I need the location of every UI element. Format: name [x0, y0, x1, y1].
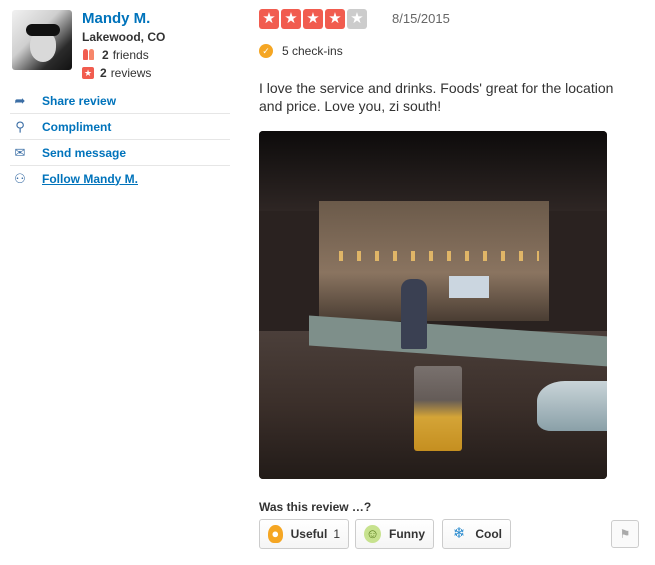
useful-button[interactable]: ● Useful 1 [259, 519, 349, 549]
reviews-star-icon: ★ [82, 67, 94, 79]
send-message-link[interactable]: ✉ Send message [10, 140, 230, 166]
share-arrow-icon: ➦ [14, 92, 26, 108]
reviews-count: 2 [100, 66, 107, 80]
follow-user-link[interactable]: ⚇ Follow Mandy M. [10, 166, 230, 191]
friends-icon [82, 49, 96, 61]
funny-label: Funny [389, 527, 425, 541]
photo-lights [339, 251, 539, 261]
friends-stat: 2 friends [82, 48, 149, 62]
review-star-rating: ★ ★ ★ ★ ★ [259, 9, 369, 29]
photo-ice-bucket [537, 381, 607, 431]
friends-label: friends [112, 48, 149, 62]
user-name-link[interactable]: Mandy M. [82, 10, 150, 27]
follow-user-icon: ⚇ [14, 170, 26, 186]
cool-label: Cool [475, 527, 502, 541]
send-message-label: Send message [42, 145, 127, 160]
friends-count: 2 [102, 48, 109, 62]
flag-icon: ⚑ [619, 527, 631, 541]
follow-user-label: Follow Mandy M. [42, 171, 138, 186]
flag-review-button[interactable]: ⚑ [611, 520, 639, 548]
photo-ceiling [259, 131, 607, 211]
share-review-label: Share review [42, 93, 117, 108]
photo-bartender [401, 279, 427, 349]
checkins-info: ✓ 5 check-ins [259, 44, 343, 58]
avatar-glasses [26, 24, 60, 36]
cool-button[interactable]: ❄ Cool [442, 519, 511, 549]
compliment-label: Compliment [42, 119, 112, 134]
reviews-stat: ★ 2 reviews [82, 66, 151, 80]
smiley-icon: ☺ [364, 525, 381, 543]
user-avatar[interactable] [12, 10, 72, 70]
checkins-label: 5 check-ins [282, 44, 343, 58]
photo-bar-wall [319, 201, 549, 321]
checkin-badge-icon: ✓ [259, 44, 273, 58]
star-icon-3: ★ [303, 9, 323, 29]
award-ribbon-icon: ⚲ [15, 118, 25, 134]
star-icon-4: ★ [325, 9, 345, 29]
photo-tv-screen [449, 276, 489, 298]
useful-count: 1 [333, 527, 340, 541]
review-actions: ➦ Share review ⚲ Compliment ✉ Send messa… [10, 88, 230, 191]
review-date: 8/15/2015 [392, 11, 450, 26]
photo-beer-glass [414, 366, 462, 451]
share-review-link[interactable]: ➦ Share review [10, 88, 230, 114]
useful-label: Useful [290, 527, 328, 541]
lightbulb-icon: ● [268, 525, 283, 543]
review-photo[interactable] [259, 131, 607, 479]
snowflake-icon: ❄ [452, 525, 466, 542]
compliment-link[interactable]: ⚲ Compliment [10, 114, 230, 140]
reviews-label: reviews [110, 66, 152, 80]
feedback-title: Was this review …? [259, 500, 372, 514]
envelope-icon: ✉ [14, 144, 26, 160]
star-icon-5: ★ [347, 9, 367, 29]
star-icon-2: ★ [281, 9, 301, 29]
avatar-face [30, 32, 56, 62]
funny-button[interactable]: ☺ Funny [355, 519, 434, 549]
star-icon-1: ★ [259, 9, 279, 29]
review-text: I love the service and drinks. Foods' gr… [259, 80, 614, 114]
user-location: Lakewood, CO [82, 30, 166, 44]
